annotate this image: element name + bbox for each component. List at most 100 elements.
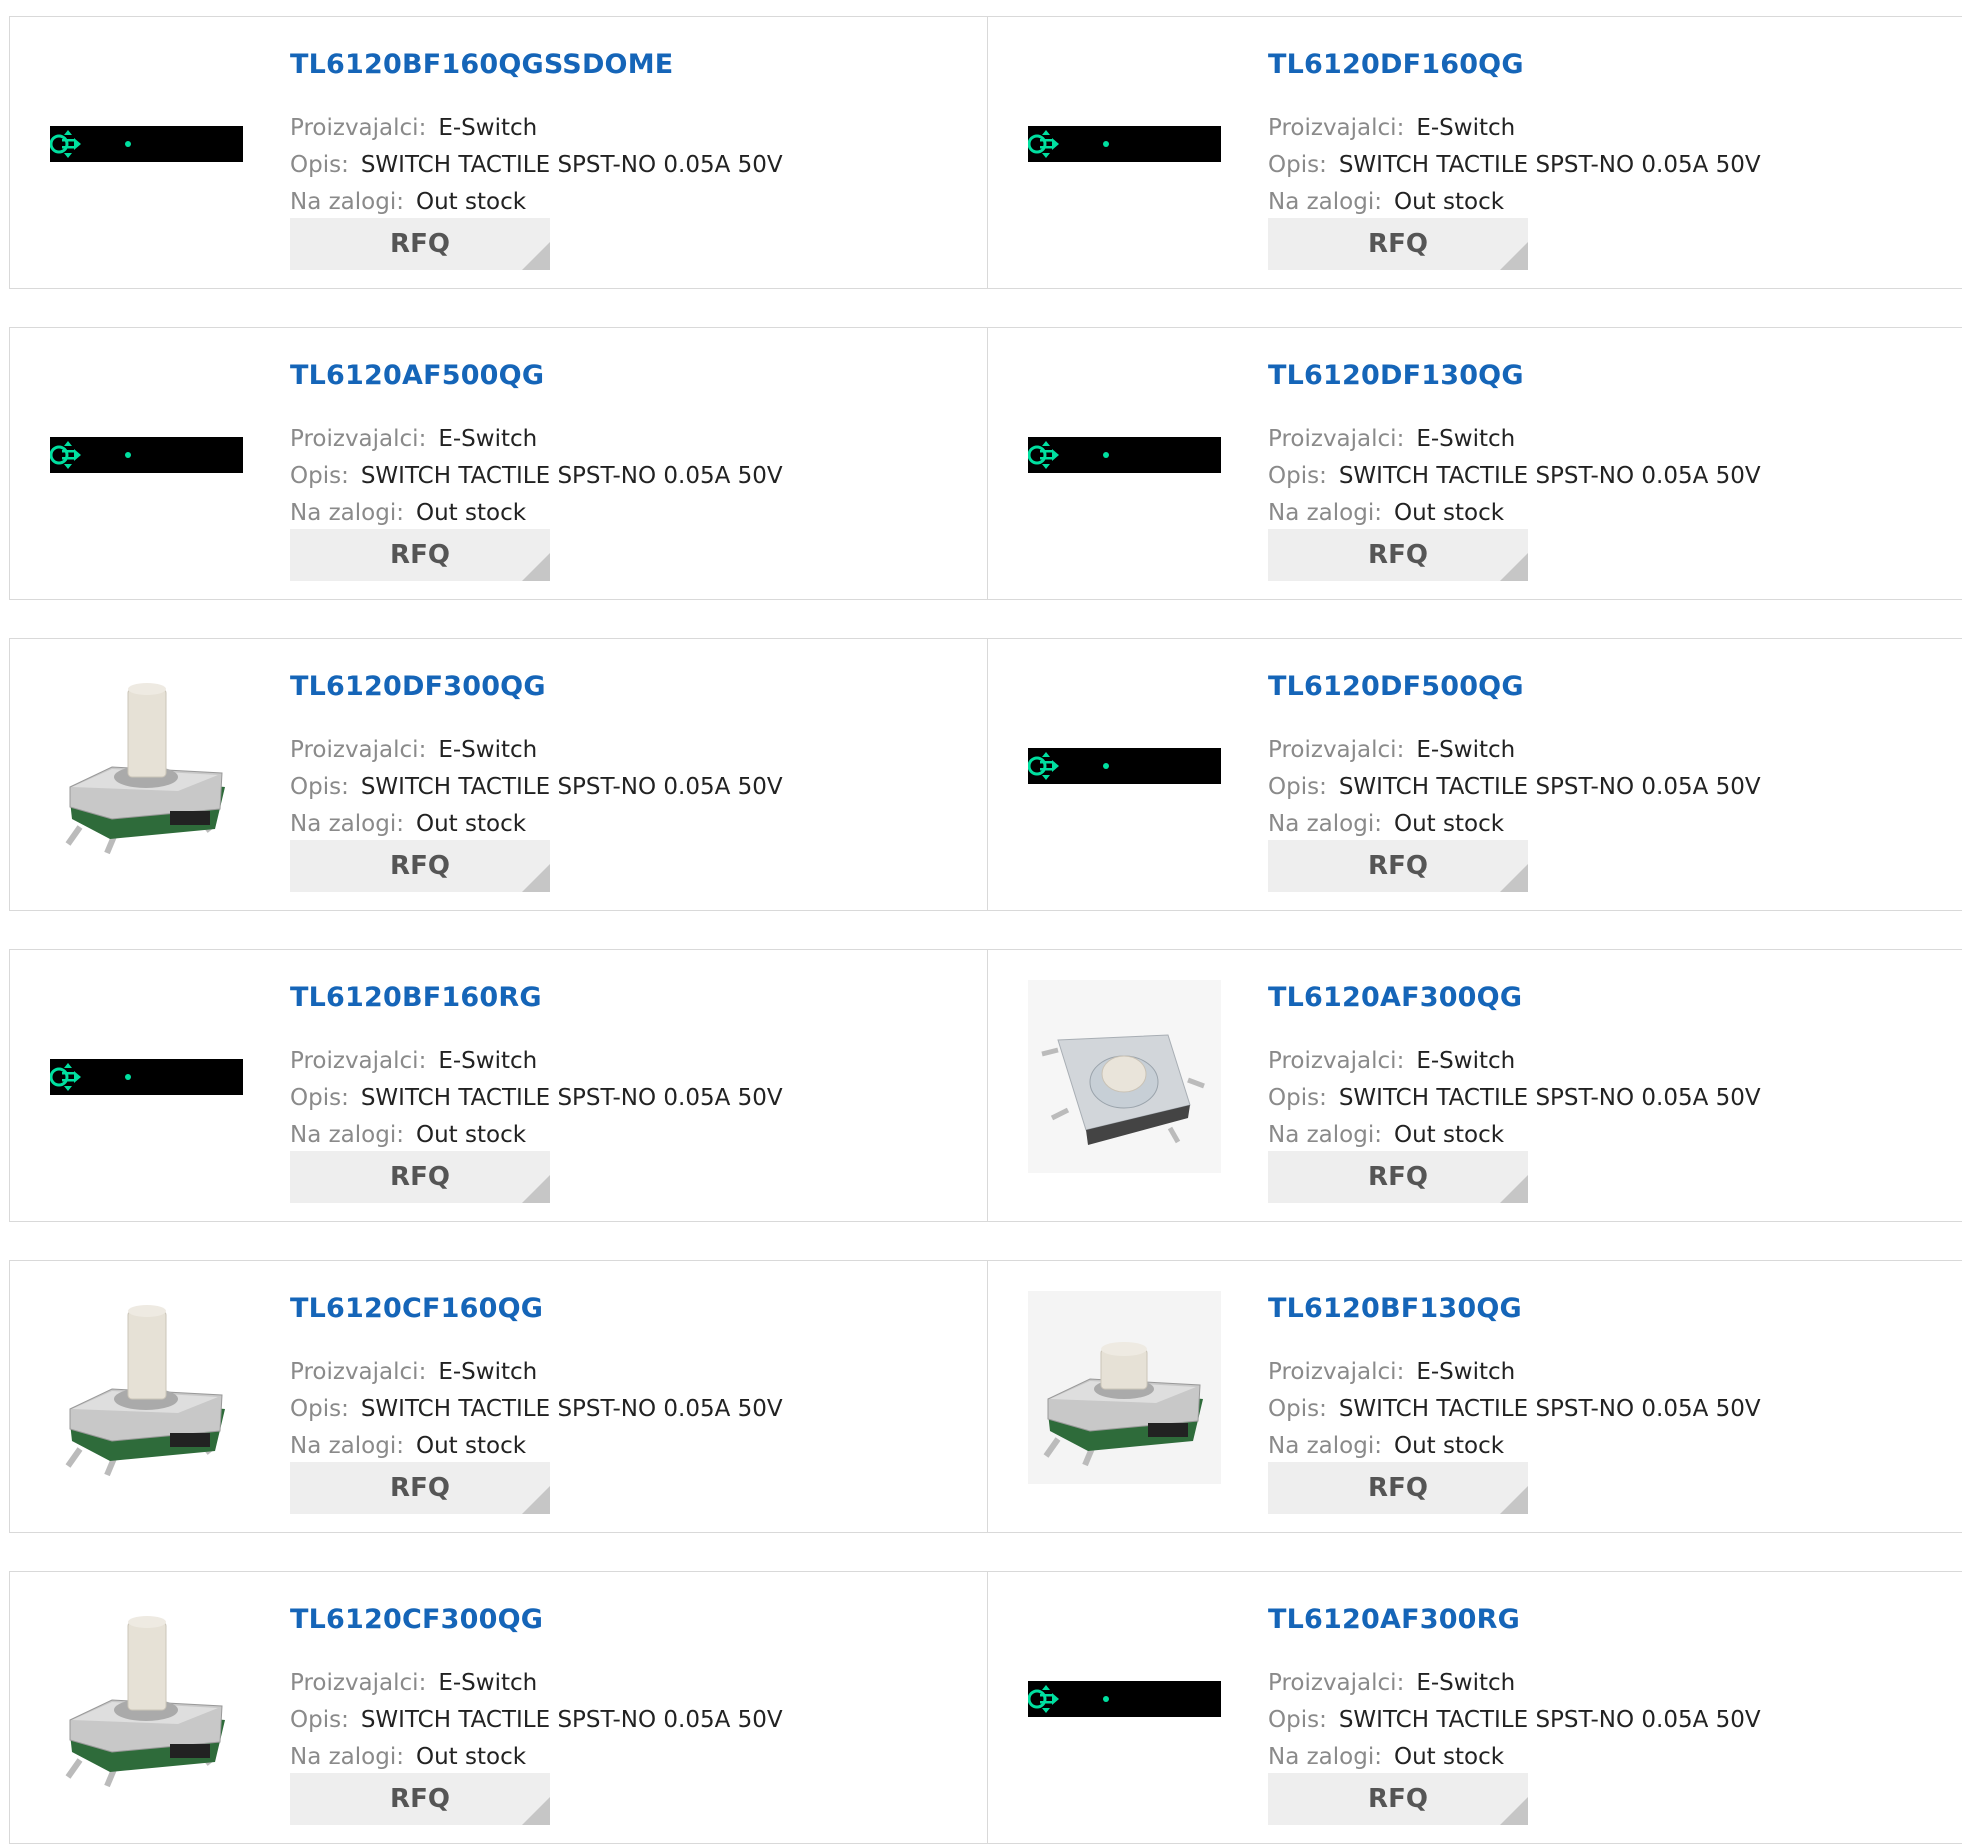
- manufacturer-value: E-Switch: [1416, 737, 1516, 763]
- stock-value: Out stock: [415, 1744, 527, 1770]
- stock-label: Na zalogi:: [1268, 1433, 1382, 1459]
- product-part-number-link[interactable]: TL6120DF130QG: [1268, 360, 1524, 391]
- rfq-button[interactable]: RFQ: [290, 840, 550, 892]
- description-value: SWITCH TACTILE SPST-NO 0.05A 50V: [360, 1707, 783, 1733]
- product-card: TL6120DF130QG Proizvajalci: E-Switch Opis: S…: [988, 328, 1962, 599]
- stock-value: Out stock: [1393, 500, 1505, 526]
- description-label: Opis:: [290, 1707, 349, 1733]
- manufacturer-label: Proizvajalci:: [290, 1670, 427, 1696]
- broken-image-placeholder-icon[interactable]: [50, 47, 243, 240]
- product-part-number-link[interactable]: TL6120AF300QG: [1268, 982, 1522, 1013]
- stock-field: Na zalogi: Out stock: [290, 500, 526, 526]
- tactile-switch-short-actuator-icon[interactable]: [1028, 1291, 1221, 1484]
- manufacturer-label: Proizvajalci:: [290, 115, 427, 141]
- manufacturer-label: Proizvajalci:: [1268, 426, 1405, 452]
- product-card: TL6120BF160QGSSDOME Proizvajalci: E-Switch…: [10, 17, 988, 288]
- product-card: TL6120CF160QG Proizvajalci: E-Switch Opis: S…: [10, 1261, 988, 1532]
- manufacturer-label: Proizvajalci:: [290, 1048, 427, 1074]
- broken-image-placeholder-icon[interactable]: [1028, 669, 1221, 862]
- manufacturer-label: Proizvajalci:: [290, 737, 427, 763]
- manufacturer-value: E-Switch: [1416, 115, 1516, 141]
- product-card: TL6120AF500QG Proizvajalci: E-Switch Opis: S…: [10, 328, 988, 599]
- stock-label: Na zalogi:: [1268, 189, 1382, 215]
- stock-field: Na zalogi: Out stock: [290, 1122, 526, 1148]
- product-row: TL6120BF160QGSSDOME Proizvajalci: E-Switch…: [9, 16, 1962, 289]
- tactile-switch-flat-round-actuator-icon[interactable]: [1028, 980, 1221, 1173]
- product-row: TL6120DF300QG Proizvajalci: E-Switch Opis: S…: [9, 638, 1962, 911]
- description-label: Opis:: [1268, 774, 1327, 800]
- description-field: Opis: SWITCH TACTILE SPST-NO 0.05A 50V: [1268, 1396, 1761, 1422]
- stock-value: Out stock: [415, 189, 527, 215]
- rfq-button[interactable]: RFQ: [1268, 1151, 1528, 1203]
- stock-value: Out stock: [1393, 811, 1505, 837]
- manufacturer-value: E-Switch: [1416, 1359, 1516, 1385]
- product-card: TL6120AF300RG Proizvajalci: E-Switch Opis: S…: [988, 1572, 1962, 1843]
- rfq-button[interactable]: RFQ: [290, 1773, 550, 1825]
- tactile-switch-tall-actuator-icon[interactable]: [50, 1602, 243, 1795]
- description-field: Opis: SWITCH TACTILE SPST-NO 0.05A 50V: [290, 1085, 783, 1111]
- product-part-number-link[interactable]: TL6120AF300RG: [1268, 1604, 1520, 1635]
- manufacturer-label: Proizvajalci:: [1268, 115, 1405, 141]
- product-part-number-link[interactable]: TL6120DF300QG: [290, 671, 546, 702]
- rfq-button[interactable]: RFQ: [1268, 840, 1528, 892]
- rfq-button[interactable]: RFQ: [1268, 529, 1528, 581]
- stock-label: Na zalogi:: [290, 811, 404, 837]
- description-label: Opis:: [290, 774, 349, 800]
- product-card: TL6120DF500QG Proizvajalci: E-Switch Opis: S…: [988, 639, 1962, 910]
- tactile-switch-tall-actuator-icon[interactable]: [50, 1291, 243, 1484]
- rfq-button[interactable]: RFQ: [1268, 218, 1528, 270]
- broken-image-placeholder-icon[interactable]: [1028, 1602, 1221, 1795]
- stock-label: Na zalogi:: [290, 1433, 404, 1459]
- product-part-number-link[interactable]: TL6120CF300QG: [290, 1604, 543, 1635]
- manufacturer-value: E-Switch: [1416, 1670, 1516, 1696]
- manufacturer-value: E-Switch: [438, 115, 538, 141]
- description-value: SWITCH TACTILE SPST-NO 0.05A 50V: [360, 1396, 783, 1422]
- product-part-number-link[interactable]: TL6120DF500QG: [1268, 671, 1524, 702]
- description-field: Opis: SWITCH TACTILE SPST-NO 0.05A 50V: [1268, 152, 1761, 178]
- manufacturer-field: Proizvajalci: E-Switch: [290, 426, 537, 452]
- product-part-number-link[interactable]: TL6120BF160QGSSDOME: [290, 49, 673, 80]
- manufacturer-value: E-Switch: [1416, 426, 1516, 452]
- rfq-button[interactable]: RFQ: [1268, 1462, 1528, 1514]
- product-part-number-link[interactable]: TL6120DF160QG: [1268, 49, 1524, 80]
- description-value: SWITCH TACTILE SPST-NO 0.05A 50V: [360, 463, 783, 489]
- rfq-button[interactable]: RFQ: [290, 1151, 550, 1203]
- tactile-switch-tall-actuator-icon[interactable]: [50, 669, 243, 862]
- manufacturer-field: Proizvajalci: E-Switch: [1268, 1048, 1515, 1074]
- stock-field: Na zalogi: Out stock: [290, 1433, 526, 1459]
- product-part-number-link[interactable]: TL6120CF160QG: [290, 1293, 543, 1324]
- stock-field: Na zalogi: Out stock: [290, 811, 526, 837]
- description-value: SWITCH TACTILE SPST-NO 0.05A 50V: [360, 152, 783, 178]
- manufacturer-label: Proizvajalci:: [290, 426, 427, 452]
- stock-field: Na zalogi: Out stock: [1268, 500, 1504, 526]
- description-field: Opis: SWITCH TACTILE SPST-NO 0.05A 50V: [290, 774, 783, 800]
- product-part-number-link[interactable]: TL6120BF160RG: [290, 982, 542, 1013]
- stock-value: Out stock: [1393, 1744, 1505, 1770]
- manufacturer-label: Proizvajalci:: [1268, 737, 1405, 763]
- description-value: SWITCH TACTILE SPST-NO 0.05A 50V: [1338, 152, 1761, 178]
- product-part-number-link[interactable]: TL6120AF500QG: [290, 360, 544, 391]
- broken-image-placeholder-icon[interactable]: [50, 358, 243, 551]
- rfq-button[interactable]: RFQ: [1268, 1773, 1528, 1825]
- product-card: TL6120BF160RG Proizvajalci: E-Switch Opis: S…: [10, 950, 988, 1221]
- description-field: Opis: SWITCH TACTILE SPST-NO 0.05A 50V: [1268, 463, 1761, 489]
- broken-image-placeholder-icon[interactable]: [1028, 47, 1221, 240]
- description-label: Opis:: [1268, 463, 1327, 489]
- manufacturer-value: E-Switch: [438, 426, 538, 452]
- rfq-button[interactable]: RFQ: [290, 529, 550, 581]
- manufacturer-value: E-Switch: [438, 737, 538, 763]
- description-field: Opis: SWITCH TACTILE SPST-NO 0.05A 50V: [1268, 1707, 1761, 1733]
- rfq-button[interactable]: RFQ: [290, 1462, 550, 1514]
- broken-image-placeholder-icon[interactable]: [1028, 358, 1221, 551]
- stock-value: Out stock: [415, 500, 527, 526]
- rfq-button[interactable]: RFQ: [290, 218, 550, 270]
- description-field: Opis: SWITCH TACTILE SPST-NO 0.05A 50V: [290, 1396, 783, 1422]
- stock-label: Na zalogi:: [1268, 1122, 1382, 1148]
- description-label: Opis:: [1268, 1396, 1327, 1422]
- manufacturer-label: Proizvajalci:: [1268, 1048, 1405, 1074]
- product-part-number-link[interactable]: TL6120BF130QG: [1268, 1293, 1522, 1324]
- broken-image-placeholder-icon[interactable]: [50, 980, 243, 1173]
- stock-field: Na zalogi: Out stock: [290, 189, 526, 215]
- description-label: Opis:: [290, 152, 349, 178]
- manufacturer-field: Proizvajalci: E-Switch: [290, 115, 537, 141]
